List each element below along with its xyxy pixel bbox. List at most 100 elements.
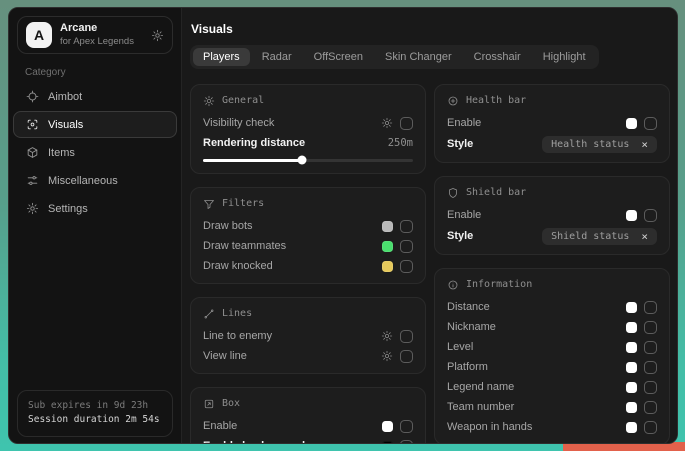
slider-handle[interactable] (297, 156, 306, 165)
sidebar-item-label: Settings (48, 203, 88, 215)
checkbox-enable[interactable] (644, 117, 657, 130)
gear-icon (26, 202, 39, 215)
checkbox-enable[interactable] (644, 209, 657, 222)
color-swatch[interactable] (626, 422, 637, 433)
checkbox-draw-knocked[interactable] (400, 260, 413, 273)
checkbox-enable-background[interactable] (400, 440, 413, 445)
section-header: Health bar (447, 93, 657, 108)
color-swatch[interactable] (382, 221, 393, 232)
color-swatch[interactable] (626, 362, 637, 373)
sidebar-item-visuals[interactable]: Visuals (13, 111, 177, 138)
row-controls (382, 420, 413, 433)
checkbox-draw-bots[interactable] (400, 220, 413, 233)
sidebar-item-label: Visuals (48, 119, 83, 131)
sidebar-item-settings[interactable]: Settings (13, 195, 177, 222)
setting-label: Draw teammates (203, 240, 382, 252)
sidebar-item-label: Items (48, 147, 75, 159)
remove-icon[interactable]: × (641, 231, 648, 242)
tab-bar: PlayersRadarOffScreenSkin ChangerCrossha… (190, 45, 599, 69)
setting-label: Platform (447, 361, 626, 373)
row-controls (626, 209, 657, 222)
tab-offscreen[interactable]: OffScreen (304, 48, 373, 66)
funnel-icon (203, 198, 215, 210)
section-title: General (222, 95, 264, 106)
color-swatch[interactable] (382, 421, 393, 432)
setting-label: Draw bots (203, 220, 382, 232)
setting-label: Distance (447, 301, 626, 313)
slider-rendering-distance[interactable] (203, 154, 413, 166)
setting-row-style: StyleShield status× (447, 225, 657, 247)
setting-row-draw-bots: Draw bots (203, 216, 413, 236)
health-icon (447, 95, 459, 107)
checkbox-distance[interactable] (644, 301, 657, 314)
sidebar: A Arcane for Apex Legends Category Aimbo… (9, 8, 181, 443)
color-swatch[interactable] (626, 118, 637, 129)
sub-expiry-text: Sub expires in 9d 23h (28, 399, 162, 414)
gear-small-icon[interactable] (381, 330, 393, 342)
style-tag-health-status[interactable]: Health status× (542, 136, 657, 153)
checkbox-weapon-in-hands[interactable] (644, 421, 657, 434)
checkbox-view-line[interactable] (400, 350, 413, 363)
tab-players[interactable]: Players (193, 48, 250, 66)
checkbox-nickname[interactable] (644, 321, 657, 334)
setting-label: Style (447, 230, 542, 242)
setting-label: Level (447, 341, 626, 353)
tab-skin-changer[interactable]: Skin Changer (375, 48, 462, 66)
setting-row-enable-background: Enable background (203, 436, 413, 444)
setting-row-draw-knocked: Draw knocked (203, 256, 413, 276)
setting-label: Enable (203, 420, 382, 432)
tab-radar[interactable]: Radar (252, 48, 302, 66)
color-swatch[interactable] (626, 322, 637, 333)
checkbox-draw-teammates[interactable] (400, 240, 413, 253)
checkbox-legend-name[interactable] (644, 381, 657, 394)
section-header: Lines (203, 306, 413, 321)
setting-row-legend-name: Legend name (447, 377, 657, 397)
color-swatch[interactable] (382, 441, 393, 445)
color-swatch[interactable] (626, 342, 637, 353)
setting-row-visibility-check: Visibility check (203, 113, 413, 133)
checkbox-visibility-check[interactable] (400, 117, 413, 130)
color-swatch[interactable] (626, 210, 637, 221)
setting-label: Weapon in hands (447, 421, 626, 433)
checkbox-platform[interactable] (644, 361, 657, 374)
sidebar-item-aimbot[interactable]: Aimbot (13, 83, 177, 110)
checkbox-line-to-enemy[interactable] (400, 330, 413, 343)
row-controls (382, 440, 413, 445)
gear-small-icon[interactable] (381, 350, 393, 362)
gear-small-icon[interactable] (381, 117, 393, 129)
setting-row-rendering-distance: Rendering distance250m (203, 133, 413, 153)
row-controls (382, 260, 413, 273)
section-header: Shield bar (447, 185, 657, 200)
shield-icon (447, 187, 459, 199)
section-header: General (203, 93, 413, 108)
checkbox-enable[interactable] (400, 420, 413, 433)
tab-highlight[interactable]: Highlight (533, 48, 596, 66)
sidebar-item-items[interactable]: Items (13, 139, 177, 166)
remove-icon[interactable]: × (641, 139, 648, 150)
setting-row-draw-teammates: Draw teammates (203, 236, 413, 256)
setting-row-platform: Platform (447, 357, 657, 377)
sliders-icon (26, 174, 39, 187)
checkbox-level[interactable] (644, 341, 657, 354)
color-swatch[interactable] (382, 261, 393, 272)
category-label: Category (25, 67, 181, 78)
slider-fill (203, 159, 302, 163)
tab-crosshair[interactable]: Crosshair (464, 48, 531, 66)
setting-row-line-to-enemy: Line to enemy (203, 326, 413, 346)
checkbox-team-number[interactable] (644, 401, 657, 414)
setting-row-enable: Enable (447, 113, 657, 133)
sidebar-item-label: Miscellaneous (48, 175, 118, 187)
color-swatch[interactable] (626, 402, 637, 413)
section-title: Shield bar (466, 187, 526, 198)
color-swatch[interactable] (626, 382, 637, 393)
section-title: Information (466, 279, 532, 290)
style-tag-shield-status[interactable]: Shield status× (542, 228, 657, 245)
content-columns: General Visibility checkRendering distanc… (182, 84, 678, 444)
color-swatch[interactable] (382, 241, 393, 252)
sidebar-item-miscellaneous[interactable]: Miscellaneous (13, 167, 177, 194)
settings-gear-icon[interactable] (151, 29, 164, 42)
setting-label: Line to enemy (203, 330, 381, 342)
color-swatch[interactable] (626, 302, 637, 313)
setting-row-team-number: Team number (447, 397, 657, 417)
section-header: Box (203, 396, 413, 411)
